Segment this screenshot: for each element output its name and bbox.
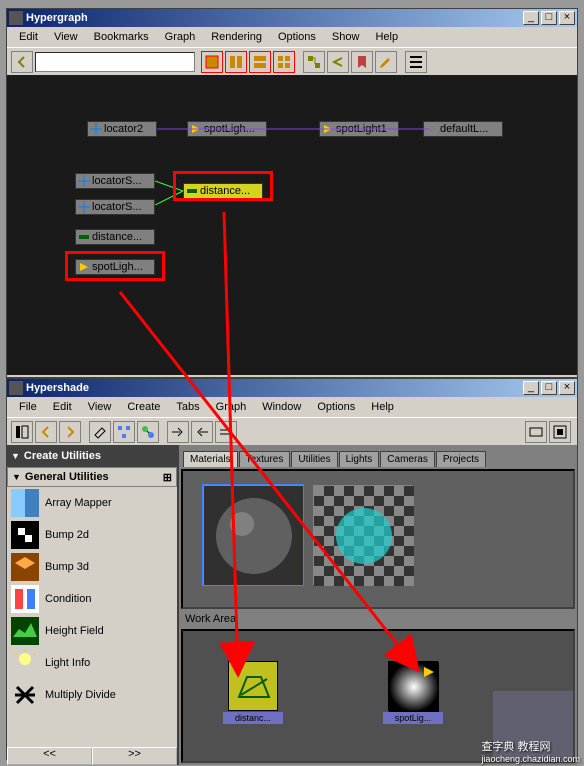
menu-create[interactable]: Create (119, 399, 168, 415)
item-height-field[interactable]: Height Field (7, 615, 177, 647)
menu-bookmarks[interactable]: Bookmarks (86, 29, 157, 45)
tab-materials[interactable]: Materials (183, 451, 238, 467)
pager: << >> (7, 747, 177, 765)
node-distance2[interactable]: distance... (75, 229, 155, 245)
tab-cameras[interactable]: Cameras (380, 451, 435, 467)
menu-show[interactable]: Show (324, 29, 368, 45)
hypergraph-title: Hypergraph (26, 12, 521, 24)
tab-projects[interactable]: Projects (436, 451, 486, 467)
graph-button[interactable] (137, 421, 159, 443)
materials-area[interactable] (181, 469, 575, 609)
menu-tabs[interactable]: Tabs (168, 399, 207, 415)
node-locators1[interactable]: locatorS... (75, 173, 155, 189)
layout-button-4[interactable] (273, 51, 295, 73)
input-button[interactable] (167, 421, 189, 443)
output-button[interactable] (191, 421, 213, 443)
hypergraph-window: Hypergraph _ □ × Edit View Bookmarks Gra… (6, 8, 578, 378)
tool-button-b[interactable] (327, 51, 349, 73)
menu-options[interactable]: Options (270, 29, 324, 45)
menu-options[interactable]: Options (309, 399, 363, 415)
menu-view[interactable]: View (46, 29, 86, 45)
item-bump-3d[interactable]: Bump 3d (7, 551, 177, 583)
menu-graph[interactable]: Graph (157, 29, 204, 45)
inout-button[interactable] (215, 421, 237, 443)
back-button[interactable] (11, 51, 33, 73)
prev-button[interactable] (35, 421, 57, 443)
hypershade-window: Hypershade _ □ × File Edit View Create T… (6, 378, 578, 760)
container-button[interactable] (525, 421, 547, 443)
hypershade-toolbar (7, 417, 577, 445)
hypershade-body: Create Utilities General Utilities ⊞ Arr… (7, 445, 577, 765)
bookmark-button[interactable] (351, 51, 373, 73)
node-defaultl[interactable]: defaultL... (423, 121, 503, 137)
menu-help[interactable]: Help (363, 399, 402, 415)
menu-rendering[interactable]: Rendering (203, 29, 270, 45)
pager-prev[interactable]: << (7, 747, 92, 765)
close-button[interactable]: × (559, 11, 575, 25)
pager-next[interactable]: >> (92, 747, 177, 765)
create-utilities-header[interactable]: Create Utilities (7, 445, 177, 467)
maximize-button[interactable]: □ (541, 11, 557, 25)
watermark: 查字典 教程网 jiaocheng.chazidian.com (481, 737, 580, 764)
utilities-list: Array Mapper Bump 2d Bump 3d Condition H… (7, 487, 177, 747)
menu-edit[interactable]: Edit (11, 29, 46, 45)
menu-view[interactable]: View (80, 399, 120, 415)
node-locators2[interactable]: locatorS... (75, 199, 155, 215)
hypergraph-titlebar[interactable]: Hypergraph _ □ × (7, 9, 577, 27)
connection-line (157, 125, 427, 135)
address-input[interactable] (35, 52, 195, 72)
general-utilities-header[interactable]: General Utilities ⊞ (7, 467, 177, 487)
rearrange-button[interactable] (113, 421, 135, 443)
edit-button[interactable] (375, 51, 397, 73)
toggle-panel-button[interactable] (11, 421, 33, 443)
layout-button-1[interactable] (201, 51, 223, 73)
hypershade-title: Hypershade (26, 382, 521, 394)
connection-line-2 (399, 125, 429, 135)
highlight-box-distance (173, 171, 273, 201)
tab-lights[interactable]: Lights (339, 451, 380, 467)
item-light-info[interactable]: Light Info (7, 647, 177, 679)
hypershade-tabs: Materials Textures Utilities Lights Came… (179, 445, 577, 467)
app-icon (9, 11, 23, 25)
menu-help[interactable]: Help (367, 29, 406, 45)
swatch-checker[interactable] (313, 485, 413, 585)
node-locator2[interactable]: locator2 (87, 121, 157, 137)
hypershade-titlebar[interactable]: Hypershade _ □ × (7, 379, 577, 397)
layout-button-2[interactable] (225, 51, 247, 73)
item-array-mapper[interactable]: Array Mapper (7, 487, 177, 519)
show-button[interactable] (549, 421, 571, 443)
swatch-lambert[interactable] (203, 485, 303, 585)
menu-edit[interactable]: Edit (45, 399, 80, 415)
maximize-button[interactable]: □ (541, 381, 557, 395)
item-bump-2d[interactable]: Bump 2d (7, 519, 177, 551)
tab-textures[interactable]: Textures (239, 451, 291, 467)
app-icon (9, 381, 23, 395)
hypershade-right: Materials Textures Utilities Lights Came… (177, 445, 577, 765)
list-button[interactable] (405, 51, 427, 73)
hypergraph-toolbar (7, 47, 577, 75)
item-multiply-divide[interactable]: Multiply Divide (7, 679, 177, 711)
worknode-spotlig[interactable]: spotLig... (383, 661, 443, 724)
next-button[interactable] (59, 421, 81, 443)
work-area-header: Work Area (179, 611, 577, 627)
highlight-box-spotligh (65, 251, 165, 281)
hypergraph-canvas[interactable]: locator2 spotLigh... spotLight1 defaultL… (7, 75, 577, 375)
layout-button-3[interactable] (249, 51, 271, 73)
tool-button-a[interactable] (303, 51, 325, 73)
tab-utilities[interactable]: Utilities (291, 451, 337, 467)
hypershade-menubar: File Edit View Create Tabs Graph Window … (7, 397, 577, 417)
minimize-button[interactable]: _ (523, 11, 539, 25)
minimize-button[interactable]: _ (523, 381, 539, 395)
create-panel: Create Utilities General Utilities ⊞ Arr… (7, 445, 177, 765)
clear-button[interactable] (89, 421, 111, 443)
menu-window[interactable]: Window (254, 399, 309, 415)
menu-file[interactable]: File (11, 399, 45, 415)
menu-graph[interactable]: Graph (208, 399, 255, 415)
hypergraph-menubar: Edit View Bookmarks Graph Rendering Opti… (7, 27, 577, 47)
close-button[interactable]: × (559, 381, 575, 395)
worknode-distance[interactable]: distanc... (223, 661, 283, 724)
item-condition[interactable]: Condition (7, 583, 177, 615)
